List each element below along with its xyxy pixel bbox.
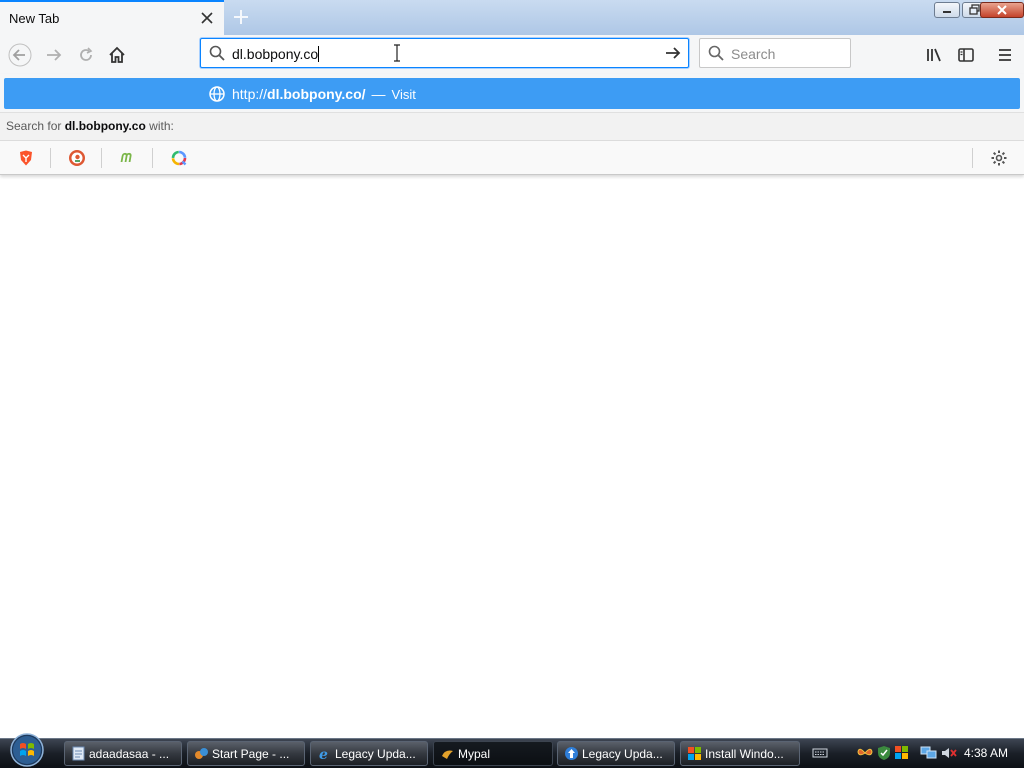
suggestion-url-prefix: http:// (232, 86, 268, 102)
taskbar-item-legacy-update[interactable]: Legacy Upda... (557, 741, 675, 766)
search-for-header: Search for dl.bobpony.co with: (0, 112, 1024, 140)
taskbar-item-label: Legacy Upda... (582, 747, 663, 761)
go-arrow-icon[interactable] (664, 44, 682, 65)
windows-flag-icon[interactable] (894, 745, 910, 764)
url-value[interactable]: dl.bobpony.co (232, 46, 318, 62)
mojeek-icon[interactable] (115, 146, 141, 170)
suggestion-row-visit[interactable]: http://dl.bobpony.co/ — Visit (4, 78, 1020, 109)
library-icon[interactable] (920, 41, 948, 69)
url-suggestions-popup: http://dl.bobpony.co/ — Visit Search for d… (0, 74, 1024, 175)
taskbar-item-notepad[interactable]: adaadasaa - ... (64, 741, 182, 766)
forward-arrow-icon[interactable] (40, 41, 68, 69)
network-icon[interactable] (920, 745, 938, 764)
search-settings-gear-icon[interactable] (986, 146, 1012, 170)
tab-close-icon[interactable] (198, 9, 216, 27)
keyboard-icon[interactable] (812, 747, 828, 762)
url-bar[interactable]: dl.bobpony.co (200, 38, 689, 68)
sidebar-icon[interactable] (952, 41, 980, 69)
taskbar-item-label: Legacy Upda... (335, 747, 416, 761)
volume-muted-icon[interactable] (940, 745, 958, 764)
ie-icon: e (317, 746, 332, 763)
engine-separator (972, 148, 973, 168)
taskbar-item-label: Start Page - ... (212, 747, 290, 761)
windows-icon (687, 746, 702, 761)
search-icon (208, 44, 226, 65)
suggestion-separator: — (371, 86, 386, 102)
qwant-icon[interactable] (166, 146, 192, 170)
reload-icon[interactable] (72, 41, 100, 69)
text-caret (318, 46, 320, 62)
svg-text:e: e (319, 747, 328, 761)
start-orb-button[interactable] (5, 731, 49, 769)
taskbar-item-label: adaadasaa - ... (89, 747, 170, 761)
text-cursor-icon (392, 44, 402, 65)
engine-separator (152, 148, 153, 168)
search-icon (707, 44, 725, 65)
suggestion-url-host: dl.bobpony.co/ (267, 86, 366, 102)
back-arrow-icon[interactable] (6, 41, 34, 69)
minimize-button[interactable] (934, 2, 960, 18)
shield-icon[interactable] (876, 745, 892, 764)
one-off-search-engines (0, 140, 1024, 174)
taskbar-item-mypal[interactable]: Mypal (433, 741, 553, 766)
search-placeholder: Search (731, 46, 776, 62)
close-window-button[interactable] (980, 2, 1024, 18)
taskbar-item-start-page[interactable]: Start Page - ... (187, 741, 305, 766)
windows-taskbar: adaadasaa - ... Start Page - ... e Legac… (0, 733, 1024, 768)
brave-icon[interactable] (13, 146, 39, 170)
search-for-prefix: Search for (6, 119, 62, 133)
engine-separator (101, 148, 102, 168)
update-icon (564, 746, 579, 761)
taskbar-clock[interactable]: 4:38 AM (964, 746, 1008, 760)
duckduckgo-icon[interactable] (64, 146, 90, 170)
butterfly-icon[interactable] (856, 745, 874, 764)
tab-strip: New Tab (0, 0, 1024, 36)
menu-hamburger-icon[interactable] (991, 41, 1019, 69)
suggestion-action: Visit (391, 87, 416, 102)
notepad-icon (71, 746, 86, 761)
taskbar-item-install-windows[interactable]: Install Windo... (680, 741, 800, 766)
mypal-icon (194, 746, 209, 761)
mypal-icon (440, 746, 455, 761)
taskbar-item-legacy-update-ie[interactable]: e Legacy Upda... (310, 741, 428, 766)
url-input: dl.bobpony.co (232, 46, 320, 62)
engine-separator (50, 148, 51, 168)
taskbar-item-label: Mypal (458, 747, 491, 761)
globe-icon (208, 85, 226, 106)
taskbar-item-label: Install Windo... (705, 747, 784, 761)
tab-title: New Tab (9, 11, 60, 26)
tab-new-tab[interactable]: New Tab (0, 0, 224, 35)
suggestion-text: http://dl.bobpony.co/ — Visit (232, 86, 416, 102)
new-tab-plus-icon[interactable] (230, 6, 252, 28)
navigation-toolbar: dl.bobpony.co Search (0, 35, 1024, 74)
search-for-term: dl.bobpony.co (64, 119, 146, 133)
search-for-suffix: with: (149, 119, 174, 133)
search-for-text: Search for dl.bobpony.co with: (6, 119, 174, 133)
search-bar[interactable]: Search (699, 38, 851, 68)
home-icon[interactable] (103, 41, 131, 69)
